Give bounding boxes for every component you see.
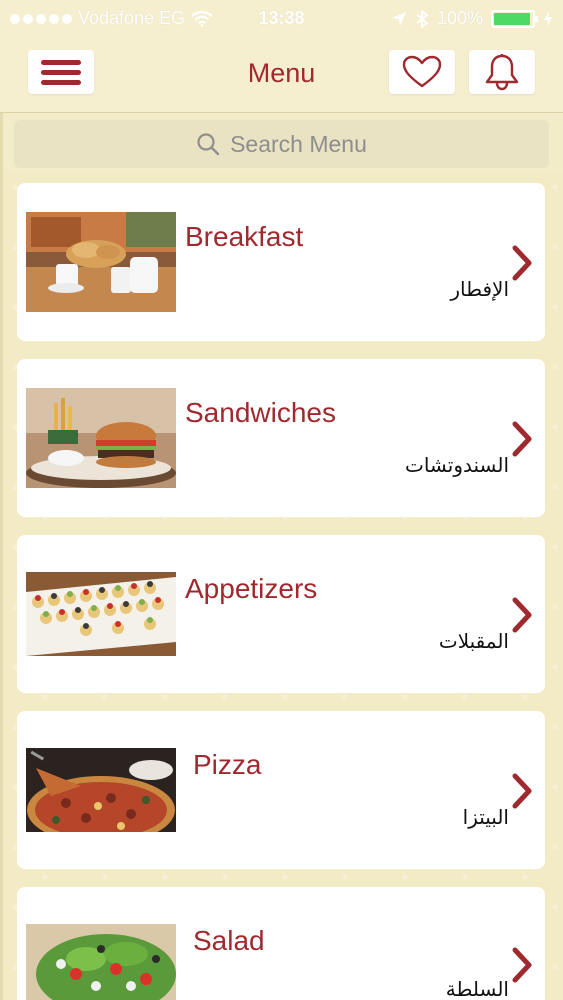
left-edge-divider	[0, 113, 3, 1000]
category-title: Appetizers	[185, 573, 318, 604]
notifications-button[interactable]	[469, 50, 535, 94]
appetizers-photo	[26, 572, 176, 656]
category-title: Sandwiches	[185, 397, 336, 428]
category-card-appetizers[interactable]: Appetizers المقبلات	[17, 535, 545, 693]
category-title: Breakfast	[185, 221, 304, 252]
category-title-arabic: المقبلات	[438, 629, 509, 653]
breakfast-photo	[26, 212, 176, 312]
favorites-button[interactable]	[389, 50, 455, 94]
pizza-photo	[26, 748, 176, 832]
category-title-arabic: البيتزا	[462, 805, 509, 829]
chevron-right-icon	[512, 421, 532, 457]
nav-bar: Menu	[0, 38, 563, 113]
sandwich-photo	[26, 388, 176, 488]
chevron-right-icon	[512, 245, 532, 281]
status-bar: Vodafone EG 13:38 100%	[0, 0, 563, 38]
category-card-sandwiches[interactable]: Sandwiches السندوتشات	[17, 359, 545, 517]
battery-percent: 100%	[436, 8, 483, 28]
search-bar[interactable]: Search Menu	[14, 120, 549, 168]
search-icon	[197, 133, 220, 156]
category-title: Pizza	[193, 749, 262, 780]
category-title: Salad	[193, 925, 265, 956]
category-title-arabic: الإفطار	[450, 277, 509, 301]
charging-icon	[544, 10, 552, 27]
salad-photo	[26, 924, 176, 1000]
category-title-arabic: السندوتشات	[404, 453, 509, 477]
chevron-right-icon	[512, 773, 532, 809]
location-arrow-icon	[391, 11, 406, 26]
search-input[interactable]: Search Menu	[230, 131, 367, 158]
battery-icon	[491, 9, 538, 28]
bluetooth-icon	[416, 9, 429, 28]
category-card-breakfast[interactable]: Breakfast الإفطار	[17, 183, 545, 341]
chevron-right-icon	[512, 597, 532, 633]
status-right: 100%	[391, 8, 553, 29]
chevron-right-icon	[512, 947, 532, 983]
heart-icon	[402, 55, 442, 88]
category-title-arabic: السلطة	[445, 977, 509, 1000]
category-card-salad[interactable]: Salad السلطة	[17, 887, 545, 1000]
category-card-pizza[interactable]: Pizza البيتزا	[17, 711, 545, 869]
bell-icon	[485, 54, 519, 91]
